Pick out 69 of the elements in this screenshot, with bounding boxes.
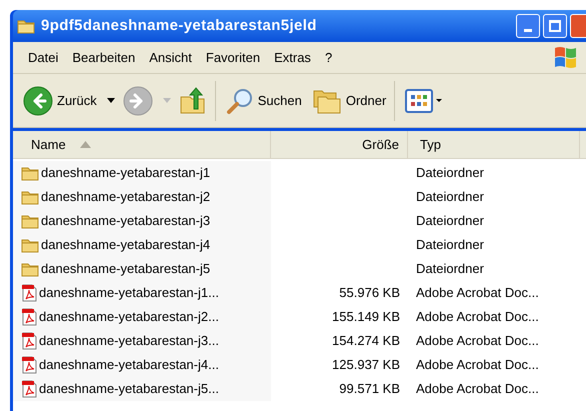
sort-ascending-icon	[80, 141, 91, 148]
file-type: Adobe Acrobat Doc...	[416, 332, 539, 350]
column-header[interactable]: Größe	[271, 131, 408, 158]
file-row[interactable]: daneshname-yetabarestan-j2... 155.149 KB Adobe Acrobat Doc...	[13, 305, 586, 329]
folders-button[interactable]: Ordner	[310, 86, 388, 114]
maximize-icon	[549, 20, 561, 32]
file-name: daneshname-yetabarestan-j3	[41, 212, 210, 230]
pdf-file-icon	[21, 284, 37, 302]
pdf-file-icon	[21, 308, 37, 326]
folder-icon	[21, 189, 39, 205]
file-type: Adobe Acrobat Doc...	[416, 284, 539, 302]
menu-item[interactable]: Ansicht	[142, 48, 199, 68]
menu-item[interactable]: Datei	[21, 48, 66, 68]
file-name: daneshname-yetabarestan-j5...	[39, 380, 219, 398]
folder-icon	[21, 237, 39, 253]
menu-item[interactable]: Favoriten	[198, 48, 268, 68]
file-row[interactable]: daneshname-yetabarestan-j3 Dateiordner	[13, 209, 586, 233]
file-type: Dateiordner	[416, 188, 484, 206]
file-row[interactable]: daneshname-yetabarestan-j5... 99.571 KB Adobe Acrobat Doc...	[13, 377, 586, 401]
pdf-file-icon	[21, 356, 37, 374]
file-row[interactable]: daneshname-yetabarestan-j4... 125.937 KB Adobe Acrobat Doc...	[13, 353, 586, 377]
search-icon	[226, 86, 254, 114]
folder-icon	[17, 18, 35, 34]
file-name: daneshname-yetabarestan-j5	[41, 260, 210, 278]
file-row[interactable]: daneshname-yetabarestan-j5 Dateiordner	[13, 257, 586, 281]
file-name: daneshname-yetabarestan-j3...	[39, 332, 219, 350]
file-type: Adobe Acrobat Doc...	[416, 308, 539, 326]
file-row[interactable]: daneshname-yetabarestan-j2 Dateiordner	[13, 185, 586, 209]
file-size: 155.149 KB	[332, 308, 400, 326]
dropdown-caret-icon	[162, 98, 171, 103]
pdf-file-icon	[21, 380, 37, 398]
file-size: 154.274 KB	[332, 332, 400, 350]
file-row[interactable]: daneshname-yetabarestan-j3... 154.274 KB Adobe Acrobat Doc...	[13, 329, 586, 353]
pdf-file-icon	[21, 332, 37, 350]
folder-up-icon	[178, 86, 207, 114]
file-row[interactable]: daneshname-yetabarestan-j4 Dateiordner	[13, 233, 586, 257]
file-name: daneshname-yetabarestan-j2	[41, 188, 210, 206]
column-header[interactable]: Typ	[408, 131, 580, 158]
file-name: daneshname-yetabarestan-j4	[41, 236, 210, 254]
file-row[interactable]: daneshname-yetabarestan-j1 Dateiordner	[13, 161, 586, 185]
menu-item[interactable]: Extras	[267, 48, 318, 68]
minimize-icon	[524, 29, 532, 32]
file-name: daneshname-yetabarestan-j1...	[39, 284, 219, 302]
file-type: Dateiordner	[416, 260, 484, 278]
file-name: daneshname-yetabarestan-j2...	[39, 308, 219, 326]
file-type: Adobe Acrobat Doc...	[416, 380, 539, 398]
folder-icon	[21, 261, 39, 277]
minimize-button[interactable]	[516, 14, 540, 38]
file-type: Adobe Acrobat Doc...	[416, 356, 539, 374]
maximize-button[interactable]	[543, 14, 567, 38]
search-button[interactable]: Suchen	[224, 86, 304, 114]
file-name: daneshname-yetabarestan-j4...	[39, 356, 219, 374]
file-name: daneshname-yetabarestan-j1	[41, 164, 210, 182]
views-icon	[405, 88, 444, 114]
folder-icon	[21, 213, 39, 229]
back-button[interactable]: Zurück	[21, 86, 99, 116]
file-type: Dateiordner	[416, 236, 484, 254]
folder-icon	[21, 165, 39, 181]
file-size: 99.571 KB	[339, 380, 400, 398]
file-type: Dateiordner	[416, 164, 484, 182]
menu-item[interactable]: Bearbeiten	[65, 48, 142, 68]
file-row[interactable]: daneshname-yetabarestan-j1... 55.976 KB Adobe Acrobat Doc...	[13, 281, 586, 305]
file-size: 125.937 KB	[332, 356, 400, 374]
menu-item[interactable]: ?	[318, 48, 340, 68]
dropdown-caret-icon	[106, 98, 115, 103]
column-header[interactable]: Name	[13, 131, 271, 158]
file-type: Dateiordner	[416, 212, 484, 230]
file-size: 55.976 KB	[339, 284, 400, 302]
window-title: 9pdf5daneshname-yetabarestan5jeld	[41, 16, 317, 36]
